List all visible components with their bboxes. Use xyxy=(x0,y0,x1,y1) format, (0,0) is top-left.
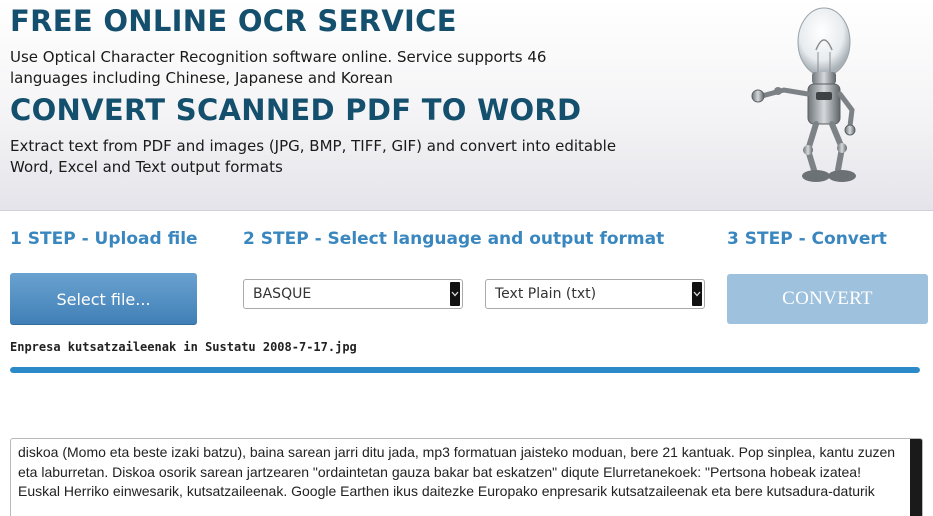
ocr-output-text: diskoa (Momo eta beste izaki batzu), bai… xyxy=(18,444,896,499)
upload-progress-fill xyxy=(10,367,920,373)
ocr-service-title: FREE ONLINE OCR SERVICE xyxy=(10,4,457,38)
step1-heading: 1 STEP - Upload file xyxy=(10,229,198,249)
page-header: FREE ONLINE OCR SERVICE Use Optical Char… xyxy=(0,0,933,211)
output-scrollbar[interactable] xyxy=(910,439,922,516)
convert-button[interactable]: CONVERT xyxy=(727,274,928,324)
output-format-select-value: Text Plain (txt) xyxy=(495,286,597,302)
ocr-service-description: Use Optical Character Recognition softwa… xyxy=(10,48,547,87)
uploaded-filename: Enpresa kutsatzaileenak in Sustatu 2008-… xyxy=(10,340,357,354)
chevron-down-icon xyxy=(692,282,702,306)
convert-pdf-description: Extract text from PDF and images (JPG, B… xyxy=(10,137,617,176)
language-select[interactable]: BASQUE xyxy=(243,279,463,309)
select-file-button[interactable]: Select file... xyxy=(10,273,197,325)
lightbulb-robot-icon xyxy=(751,7,856,182)
chevron-down-icon xyxy=(450,282,460,306)
output-format-select[interactable]: Text Plain (txt) xyxy=(485,279,705,309)
language-select-value: BASQUE xyxy=(253,286,312,302)
convert-pdf-title: CONVERT SCANNED PDF TO WORD xyxy=(10,93,582,127)
upload-progress-bar xyxy=(10,367,920,373)
step3-heading: 3 STEP - Convert xyxy=(727,229,887,249)
ocr-output-textarea[interactable]: diskoa (Momo eta beste izaki batzu), bai… xyxy=(10,438,923,516)
step2-heading: 2 STEP - Select language and output form… xyxy=(243,229,665,249)
